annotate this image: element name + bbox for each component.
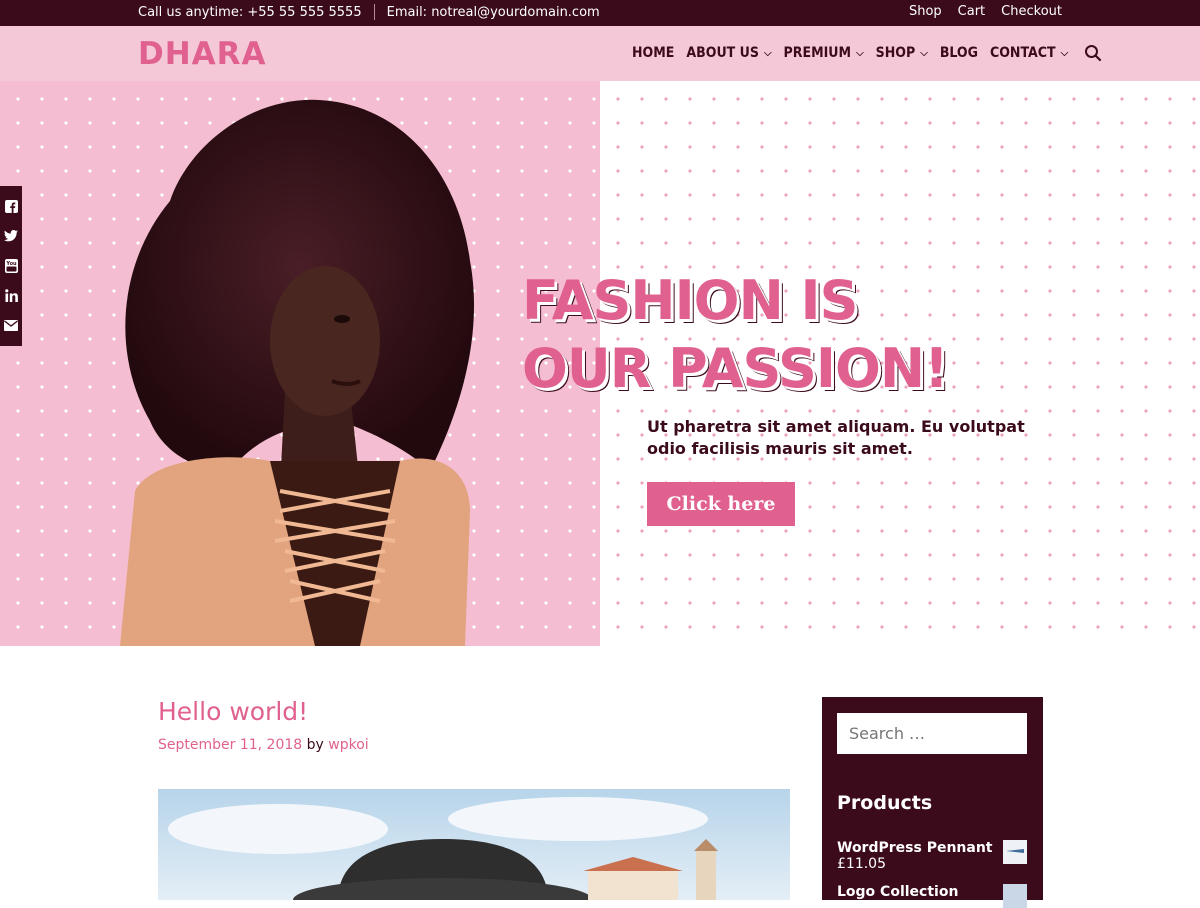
phone-text: Call us anytime: +55 55 555 5555 (138, 4, 362, 20)
hero-title-line1: FASHION IS (522, 269, 859, 332)
facebook-icon[interactable] (4, 200, 18, 214)
hero-description: Ut pharetra sit amet aliquam. Eu volutpa… (647, 417, 1025, 458)
nav-label: BLOG (939, 45, 978, 61)
checkout-link[interactable]: Checkout (1001, 4, 1062, 19)
shop-link[interactable]: Shop (909, 4, 942, 19)
chevron-down-icon: ⌵ (1060, 47, 1069, 59)
post-date[interactable]: September 11, 2018 (158, 737, 302, 753)
nav-label: ABOUT US (686, 45, 759, 61)
nav-item-home[interactable]: HOME (632, 45, 674, 61)
post-meta: September 11, 2018 by wpkoi (158, 737, 369, 753)
nav-item-shop[interactable]: SHOP ⌵ (876, 45, 928, 61)
nav-item-blog[interactable]: BLOG (940, 45, 978, 61)
hero-title: FASHION IS OUR PASSION! (522, 267, 949, 403)
product-item[interactable]: Logo Collection (837, 884, 1027, 908)
post-author[interactable]: wpkoi (328, 737, 368, 753)
post-featured-image[interactable] (158, 789, 790, 900)
search-input[interactable] (837, 713, 1027, 754)
nav-item-premium[interactable]: PREMIUM ⌵ (784, 45, 864, 61)
product-thumbnail[interactable] (1003, 840, 1027, 864)
product-name[interactable]: Logo Collection (837, 884, 1027, 900)
svg-text:You: You (5, 261, 17, 267)
twitter-icon[interactable] (4, 229, 18, 243)
search-icon[interactable] (1084, 44, 1102, 62)
products-widget-title: Products (837, 792, 933, 814)
nav-label: PREMIUM (783, 45, 852, 61)
top-bar: Call us anytime: +55 55 555 5555 Email: … (0, 0, 1200, 26)
post-by: by (306, 737, 324, 753)
social-sidebar: You (0, 186, 22, 346)
post-title[interactable]: Hello world! (158, 697, 308, 726)
cart-link[interactable]: Cart (958, 4, 986, 19)
site-logo[interactable]: DHARA (138, 36, 267, 72)
divider (373, 4, 375, 20)
nav-item-contact[interactable]: CONTACT ⌵ (990, 45, 1068, 61)
shop-links: Shop Cart Checkout (909, 4, 1062, 19)
hero-title-line2: OUR PASSION! (522, 337, 949, 400)
hero-section: FASHION IS OUR PASSION! Ut pharetra sit … (0, 81, 1200, 646)
youtube-icon[interactable]: You (4, 258, 18, 273)
sidebar: Products WordPress Pennant £11.05 Logo C… (822, 697, 1043, 908)
nav-label: HOME (632, 45, 675, 61)
chevron-down-icon: ⌵ (856, 47, 864, 59)
chevron-down-icon: ⌵ (920, 47, 928, 59)
linkedin-icon[interactable] (4, 289, 18, 303)
email-text: Email: notreal@yourdomain.com (386, 4, 600, 20)
main-nav: HOME ABOUT US ⌵ PREMIUM ⌵ SHOP ⌵ BLOG CONTA… (632, 44, 1102, 62)
click-here-button[interactable]: Click here (647, 482, 795, 526)
product-price: £11.05 (837, 856, 886, 872)
product-thumbnail[interactable] (1003, 884, 1027, 908)
nav-label: CONTACT (989, 45, 1056, 61)
nav-label: SHOP (875, 45, 916, 61)
hero-model-image (120, 99, 475, 646)
nav-item-about-us[interactable]: ABOUT US ⌵ (686, 45, 771, 61)
chevron-down-icon: ⌵ (763, 47, 772, 59)
product-name[interactable]: WordPress Pennant (837, 840, 1027, 856)
product-item[interactable]: WordPress Pennant £11.05 (837, 840, 1027, 872)
site-header: DHARA HOME ABOUT US ⌵ PREMIUM ⌵ SHOP ⌵ BLOG… (0, 26, 1200, 81)
envelope-icon[interactable] (4, 318, 18, 332)
contact-info: Call us anytime: +55 55 555 5555 Email: … (138, 4, 600, 20)
